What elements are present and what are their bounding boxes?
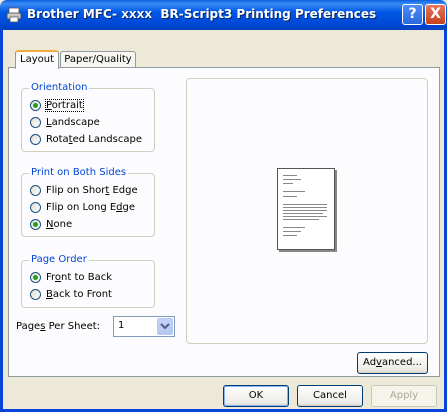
radio-button[interactable] [30,184,41,196]
cancel-button[interactable]: Cancel [297,385,363,407]
ok-button[interactable]: OK [223,385,289,407]
radio-button[interactable] [30,218,41,230]
radio-label: Landscape [46,116,100,128]
radio-flip-long-edge[interactable]: Flip on Long Edge [30,200,135,214]
tab-paper-quality[interactable]: Paper/Quality [60,51,136,68]
page-order-group: Page Order Front to Back Back to Front [21,254,155,308]
orientation-group: Orientation Portrait Landscape Rotated L… [21,82,155,152]
advanced-button[interactable]: Advanced... [357,352,428,374]
window-title: Brother MFC- XXXX BR-Script3 Printing Pr… [27,7,377,21]
window-frame-left [0,30,3,412]
radio-flip-short-edge[interactable]: Flip on Short Edge [30,183,138,197]
page-preview-pane [186,78,428,344]
radio-label: None [46,218,73,230]
close-button[interactable]: X [425,4,446,25]
radio-landscape[interactable]: Landscape [30,115,100,129]
radio-button[interactable] [30,99,41,111]
radio-label: Rotated Landscape [46,133,142,145]
radio-label: Flip on Short Edge [46,184,138,196]
radio-button[interactable] [30,288,41,300]
radio-button[interactable] [30,201,41,213]
radio-none[interactable]: None [30,217,72,231]
radio-button[interactable] [30,116,41,128]
radio-label: Front to Back [46,271,112,283]
radio-portrait[interactable]: Portrait [30,98,84,112]
help-button[interactable]: ? [402,4,423,25]
title-bar[interactable]: Brother MFC- XXXX BR-Script3 Printing Pr… [0,0,447,30]
chevron-down-icon[interactable] [157,318,173,335]
radio-button[interactable] [30,271,41,283]
page-order-legend: Page Order [29,254,89,265]
page-preview-thumbnail [277,168,335,250]
radio-label: Flip on Long Edge [46,201,136,213]
pages-per-sheet-value: 1 [118,320,125,331]
radio-back-to-front[interactable]: Back to Front [30,287,112,301]
pages-per-sheet-label: Pages Per Sheet: [16,321,101,332]
layout-tab-panel: Orientation Portrait Landscape Rotated L… [8,67,440,377]
radio-label: Portrait [45,98,84,112]
printer-icon [6,7,22,23]
print-both-sides-legend: Print on Both Sides [29,167,129,178]
apply-button[interactable]: Apply [371,385,437,407]
radio-label: Back to Front [46,288,112,300]
radio-front-to-back[interactable]: Front to Back [30,270,112,284]
pages-per-sheet-select[interactable]: 1 [113,316,175,337]
tab-layout[interactable]: Layout [15,50,59,69]
print-both-sides-group: Print on Both Sides Flip on Short Edge F… [21,167,155,237]
radio-button[interactable] [30,133,41,145]
orientation-legend: Orientation [29,82,90,93]
radio-rotated-landscape[interactable]: Rotated Landscape [30,132,142,146]
